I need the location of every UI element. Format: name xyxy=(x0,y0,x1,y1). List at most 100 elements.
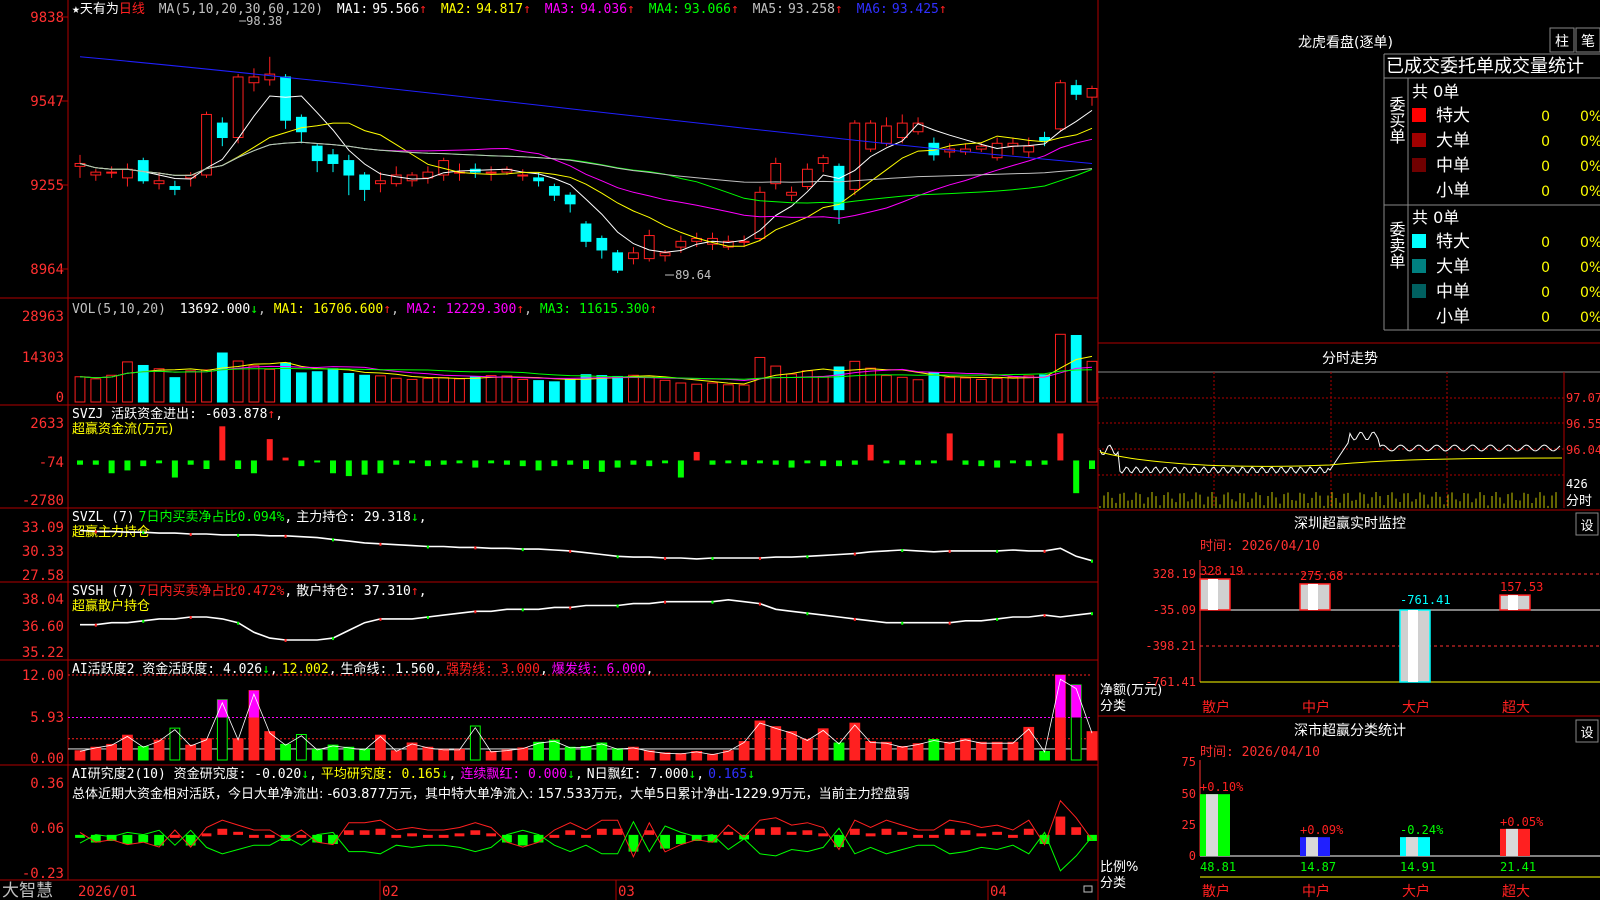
ratio-change-label: +0.05% xyxy=(1500,815,1544,829)
svzl-line[interactable] xyxy=(79,529,1093,563)
ratio-change-label: +0.10% xyxy=(1200,780,1244,794)
sz-class-panel[interactable]: 深市超赢分类统计 设 时间: 2026/04/10 75 50 25 0 比例%… xyxy=(1100,719,1600,900)
svzl-line-tick xyxy=(996,549,999,553)
ytick: 96.55 xyxy=(1566,417,1600,431)
ytick: 38.04 xyxy=(22,592,64,608)
ai-active-bar xyxy=(770,726,782,761)
svzj-bar xyxy=(92,460,99,465)
svsh-panel[interactable]: 38.04 36.60 35.22 SVSH (7) 7日内买卖净占比0.472%… xyxy=(22,583,1093,661)
volume-bar xyxy=(375,375,386,403)
candle-body xyxy=(817,157,829,164)
sz-class-settings-label: 设 xyxy=(1580,726,1593,741)
ai-active-bar xyxy=(548,739,560,761)
ai-research-panel[interactable]: 0.36 0.06 -0.23 AI研究度2(10) 资金研究度: -0.020… xyxy=(22,766,1097,882)
net-value-label: -761.41 xyxy=(1400,593,1451,607)
svzj-bar xyxy=(1089,460,1095,469)
svzj-bar xyxy=(140,460,147,467)
dragon-panel[interactable]: 龙虎看盘(逐单) 柱 笔 已成交委托单成交量统计 委买单 委卖单 共 0单特大 0… xyxy=(1298,27,1600,331)
order-swatch xyxy=(1412,108,1426,122)
svzj-bars[interactable] xyxy=(77,426,1095,494)
volume-bar xyxy=(738,384,750,403)
volume-bar xyxy=(295,372,307,403)
svzj-panel[interactable]: 2633 -74 -2780 SVZJ 活跃资金进出: -603.878↑, 超… xyxy=(22,406,1095,509)
ai-active-panel[interactable]: 12.00 5.93 0.00 AI活跃度2 资金活跃度: 4.026↓, 12.… xyxy=(22,661,1098,767)
ai-research-bar xyxy=(786,831,797,835)
ai-research-red-days: 连续飘红: 0.000 xyxy=(460,766,567,782)
svzj-bar xyxy=(583,460,589,469)
ai-research-bar xyxy=(470,830,481,835)
category-label: 超大 xyxy=(1502,884,1530,900)
svsh-title: SVSH (7) 7日内买卖净占比0.472%, 散户持仓: 37.310↑, xyxy=(72,583,427,599)
svzj-bar xyxy=(820,460,827,467)
net-bar-highlight xyxy=(1408,610,1418,682)
order-swatch xyxy=(1412,158,1426,172)
price-panel[interactable]: 9838 9547 9255 8964 ★天有为日线 MA(5,10,20,30… xyxy=(30,2,1098,282)
candle-body xyxy=(216,122,228,139)
ai-research-bar xyxy=(1071,827,1082,835)
svsh-yticks: 38.04 36.60 35.22 xyxy=(22,592,64,661)
svzj-bar xyxy=(756,460,763,464)
svzj-bar xyxy=(899,460,906,465)
sz-class-bars[interactable]: +0.10% 48.81 散户 +0.09% 14.87 中户 -0.24% 14.91 大户 +… xyxy=(1200,780,1544,900)
svzl-line xyxy=(79,529,1093,562)
ratio-bar-highlight xyxy=(1506,828,1518,856)
svzl-line-tick xyxy=(616,555,619,559)
svsh-line-tick xyxy=(1091,612,1093,616)
sz-monitor-bars[interactable]: 328.19 散户 275.68 中户 -761.41 大户 157.53 超大 xyxy=(1199,564,1543,716)
ai-active-title: AI活跃度2 资金活跃度: 4.026↓, 12.002, 生命线: 1.560, 强… xyxy=(72,661,653,677)
svzj-bar xyxy=(946,433,953,461)
candles[interactable] xyxy=(74,56,1098,274)
ai-active-bar xyxy=(612,748,624,761)
ai-active-bar xyxy=(1007,741,1019,761)
volume-bar xyxy=(264,368,276,403)
intraday-panel[interactable]: 分时走势 97.07 96.55 96.04 426 分时 xyxy=(1098,351,1600,509)
candle-body xyxy=(770,162,782,185)
svzl-panel[interactable]: 33.09 30.33 27.58 SVZL (7) 7日内买卖净占比0.094%… xyxy=(22,509,1093,584)
ytick: 30.33 xyxy=(22,544,64,560)
svsh-line-tick xyxy=(901,621,904,625)
sz-monitor-settings-label: 设 xyxy=(1580,519,1593,534)
svsh-line-tick xyxy=(1043,614,1046,618)
ratio-bar-highlight xyxy=(1406,837,1418,856)
category-label: 大户 xyxy=(1402,699,1430,716)
order-swatch xyxy=(1412,259,1426,273)
svzj-bar xyxy=(171,460,178,478)
svzj-bar xyxy=(994,460,1001,468)
ai-active-bar xyxy=(485,751,497,761)
ai-research-bar xyxy=(312,834,323,843)
ai-active-bar xyxy=(106,743,118,761)
svzj-bar xyxy=(1057,433,1064,461)
ai-research-bars[interactable] xyxy=(75,799,1097,872)
candle-body xyxy=(375,180,386,185)
ytick: 27.58 xyxy=(22,568,64,584)
svsh-line[interactable] xyxy=(80,598,1093,642)
ai-research-arrow4: ↓ xyxy=(688,767,696,782)
svzj-bar xyxy=(424,460,431,467)
ytick: 0.06 xyxy=(30,821,64,837)
ai-active-bar xyxy=(881,741,892,761)
ai-research-bar xyxy=(375,828,386,835)
ai-active-bar xyxy=(944,741,956,761)
sz-monitor-panel[interactable]: 深圳超赢实时监控 设 时间: 2026/04/10 328.19 -35.09 … xyxy=(1100,512,1600,716)
ai-active-bar xyxy=(201,738,212,761)
ytick: 0 xyxy=(56,390,64,406)
volume-bar xyxy=(849,360,861,403)
volume-bar xyxy=(786,373,797,403)
volume-panel[interactable]: 28963 14303 0 VOL(5,10,20) 13692.000↓, M… xyxy=(22,302,1098,406)
ai-active-bar xyxy=(580,746,592,761)
svsh-label: SVSH (7) xyxy=(72,584,135,599)
net-bar-group xyxy=(1199,578,1231,611)
ai-active-bar xyxy=(311,748,323,761)
chart-canvas[interactable]: 9838 9547 9255 8964 ★天有为日线 MA(5,10,20,30… xyxy=(0,0,1600,900)
dragon-tabs[interactable]: 已成交委托单成交量统计 xyxy=(1386,56,1584,77)
svzj-bar xyxy=(472,460,479,468)
volume-bars[interactable] xyxy=(74,333,1098,403)
volume-bar xyxy=(485,375,497,403)
svzj-arrow: ↑ xyxy=(267,407,275,422)
candle-body xyxy=(675,240,687,248)
svsh-line-tick xyxy=(142,619,145,623)
ai-active-bars[interactable] xyxy=(68,674,1098,761)
candle-body xyxy=(580,223,592,242)
ytick: -0.23 xyxy=(22,866,64,882)
net-bar-highlight xyxy=(1508,595,1518,610)
